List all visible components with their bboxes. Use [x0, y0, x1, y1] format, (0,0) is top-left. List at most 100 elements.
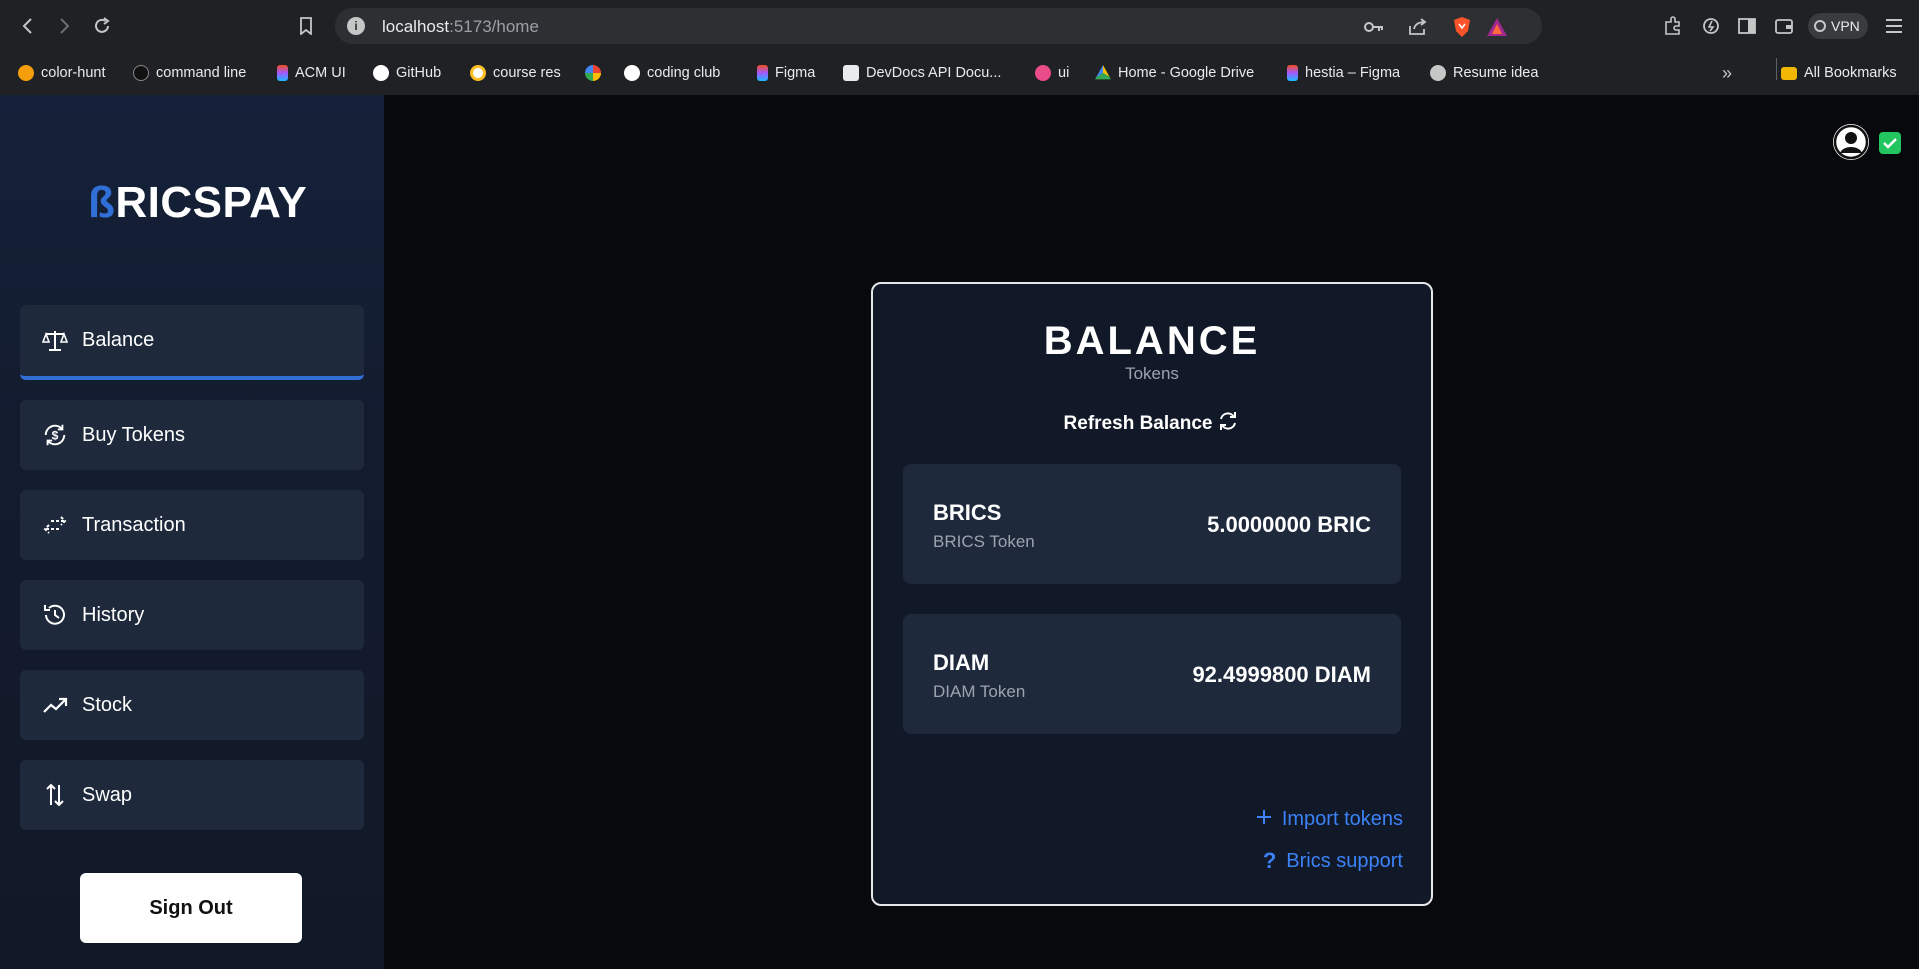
- dribbble-icon: [1035, 65, 1051, 81]
- github-icon: [373, 65, 389, 81]
- bookmark-label: All Bookmarks: [1804, 65, 1897, 81]
- share-icon[interactable]: [1407, 16, 1429, 38]
- sidebar-toggle-icon[interactable]: [1733, 12, 1761, 40]
- bookmark-label: command line: [156, 65, 247, 81]
- token-amount: 92.4999800 DIAM: [1192, 662, 1371, 687]
- devdocs-icon: [843, 65, 859, 81]
- bookmark-figma[interactable]: Figma: [757, 62, 815, 84]
- nav-label: Balance: [82, 329, 155, 351]
- bookmark-course-res[interactable]: course res: [470, 62, 561, 84]
- color-hunt-icon: [18, 65, 34, 81]
- sidebar: ßRICSPAY Balance $ Buy Tokens Transactio…: [0, 95, 384, 969]
- bookmark-label: Home - Google Drive: [1118, 65, 1255, 81]
- brics-support-label: Brics support: [1286, 849, 1403, 872]
- extensions-icon[interactable]: [1659, 12, 1687, 40]
- back-icon[interactable]: [14, 12, 42, 40]
- figma-icon: [1287, 65, 1298, 81]
- leo-icon[interactable]: [1697, 12, 1725, 40]
- app-logo[interactable]: ßRICSPAY: [88, 178, 307, 228]
- google-drive-icon: [1095, 65, 1111, 80]
- svg-text:$: $: [52, 429, 59, 443]
- card-subtitle: Tokens: [1125, 364, 1179, 383]
- url-text: localhost:5173/home: [382, 17, 539, 36]
- bookmark-label: hestia – Figma: [1305, 65, 1401, 81]
- bookmark-ui[interactable]: ui: [1035, 62, 1069, 84]
- nav-history[interactable]: History: [20, 580, 364, 650]
- vpn-label: VPN: [1831, 18, 1860, 34]
- bookmark-github[interactable]: GitHub: [373, 62, 441, 84]
- user-avatar-icon[interactable]: [1833, 124, 1869, 160]
- brave-shield-icon[interactable]: [1451, 16, 1473, 38]
- bookmark-label: color-hunt: [41, 65, 106, 81]
- nav-label: Transaction: [82, 513, 186, 536]
- globe-icon: [1430, 65, 1446, 81]
- nav-label: Swap: [82, 783, 133, 806]
- refresh-label: Refresh Balance: [1063, 413, 1213, 434]
- bookmark-label: course res: [493, 65, 561, 81]
- all-bookmarks[interactable]: All Bookmarks: [1781, 62, 1897, 84]
- refresh-balance-button[interactable]: Refresh Balance: [873, 409, 1431, 439]
- browser-toolbar: i localhost:5173/home VPN: [0, 0, 1919, 52]
- bookmark-label: DevDocs API Docu...: [866, 65, 1002, 81]
- brave-rewards-icon[interactable]: [1486, 16, 1508, 38]
- history-clock-icon: [42, 602, 68, 628]
- token-row-brics: BRICS BRICS Token 5.0000000 BRIC: [903, 464, 1401, 584]
- bookmark-label: ui: [1058, 65, 1070, 81]
- bookmark-google-photos[interactable]: [585, 62, 601, 84]
- nav-balance[interactable]: Balance: [20, 305, 364, 380]
- bookmark-resume-idea[interactable]: Resume idea: [1430, 62, 1538, 84]
- card-title: BALANCE: [1043, 319, 1261, 363]
- bookmark-label: ACM UI: [295, 65, 346, 81]
- bookmark-hestia[interactable]: hestia – Figma: [1287, 62, 1400, 84]
- bookmark-acm-ui[interactable]: ACM UI: [277, 62, 346, 84]
- transfer-arrows-icon: [42, 512, 68, 538]
- bookmark-devdocs[interactable]: DevDocs API Docu...: [843, 62, 1001, 84]
- figma-icon: [757, 65, 768, 81]
- nav-label: Buy Tokens: [82, 423, 186, 446]
- bookmark-label: coding club: [647, 65, 721, 81]
- bookmark-icon[interactable]: [292, 12, 320, 40]
- token-name: BRICS Token: [933, 532, 1035, 551]
- token-row-diam: DIAM DIAM Token 92.4999800 DIAM: [903, 614, 1401, 734]
- bookmark-google-drive[interactable]: Home - Google Drive: [1095, 62, 1254, 84]
- nav-transaction[interactable]: Transaction: [20, 490, 364, 560]
- folder-icon: [1781, 66, 1797, 80]
- bookmark-color-hunt[interactable]: color-hunt: [18, 62, 105, 84]
- nav-stock[interactable]: Stock: [20, 670, 364, 740]
- vpn-button[interactable]: VPN: [1808, 13, 1868, 39]
- sign-out-button[interactable]: Sign Out: [80, 873, 302, 943]
- plus-icon: [1256, 808, 1272, 831]
- site-info-icon[interactable]: i: [347, 17, 365, 35]
- nav-buy-tokens[interactable]: $ Buy Tokens: [20, 400, 364, 470]
- menu-icon[interactable]: [1880, 12, 1908, 40]
- bookmark-label: Resume idea: [1453, 65, 1539, 81]
- course-res-icon: [470, 65, 486, 81]
- reload-icon[interactable]: [88, 12, 116, 40]
- forward-icon[interactable]: [50, 12, 78, 40]
- wallet-icon[interactable]: [1770, 12, 1798, 40]
- import-tokens-label: Import tokens: [1281, 808, 1403, 830]
- verified-check-icon: [1879, 132, 1901, 154]
- token-symbol: BRICS: [933, 500, 1002, 525]
- token-amount: 5.0000000 BRIC: [1207, 512, 1371, 537]
- nav-label: History: [82, 603, 145, 626]
- question-mark-icon: ?: [1262, 848, 1277, 873]
- import-tokens-link[interactable]: Import tokens: [1256, 808, 1403, 831]
- brics-support-link[interactable]: ? Brics support: [1263, 848, 1403, 874]
- browser-chrome: i localhost:5173/home VPN color-hunt com…: [0, 0, 1919, 95]
- bookmark-command-line[interactable]: command line: [133, 62, 246, 84]
- nav-label: Stock: [82, 693, 133, 716]
- bookmark-coding-club[interactable]: coding club: [624, 62, 720, 84]
- more-bookmarks-icon[interactable]: »: [1722, 62, 1732, 84]
- key-icon[interactable]: [1363, 16, 1385, 38]
- bookmark-label: Figma: [775, 65, 816, 81]
- bookmark-label: GitHub: [396, 65, 442, 81]
- dollar-cycle-icon: $: [42, 422, 68, 448]
- nav-swap[interactable]: Swap: [20, 760, 364, 830]
- address-bar[interactable]: i localhost:5173/home: [335, 8, 1542, 44]
- balance-card: BALANCE Tokens Refresh Balance BRICS BRI…: [871, 282, 1433, 906]
- token-symbol: DIAM: [933, 650, 990, 675]
- trending-up-icon: [42, 692, 68, 718]
- github-icon: [624, 65, 640, 81]
- command-line-icon: [133, 65, 149, 81]
